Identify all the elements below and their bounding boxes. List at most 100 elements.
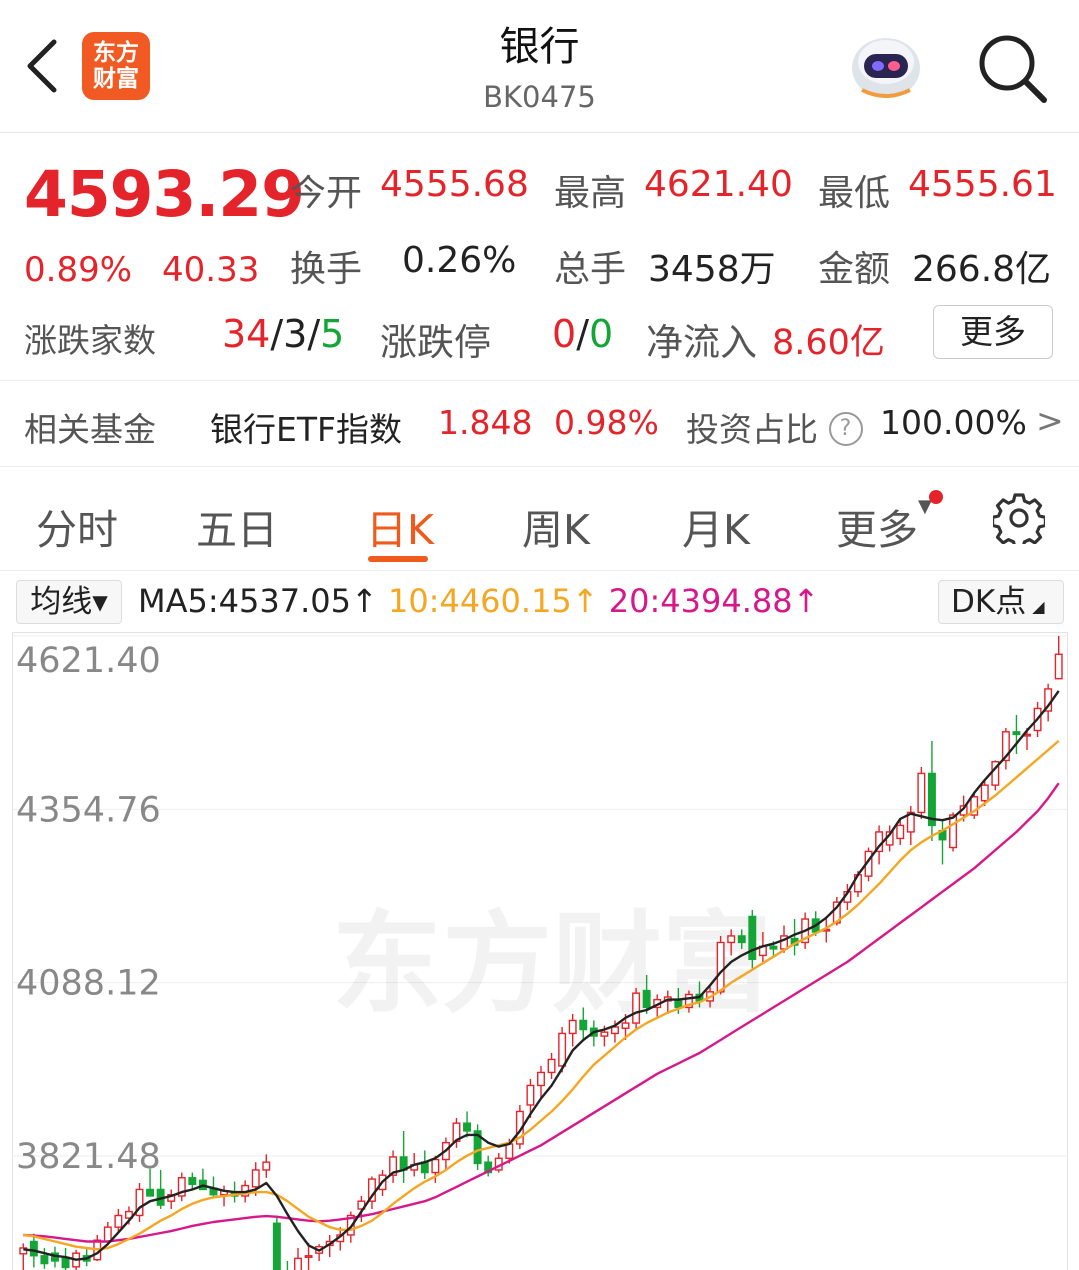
last-price: 4593.29 (24, 158, 305, 231)
candle (19, 1243, 28, 1270)
candle-body (632, 992, 641, 1024)
gear-icon[interactable] (993, 492, 1045, 544)
candle (262, 1154, 271, 1178)
candle-body (61, 1257, 70, 1269)
amount-label: 金额 (818, 249, 891, 290)
tab-intraday[interactable]: 分时 (36, 496, 118, 556)
app-header: 东方 财富 银行 BK0475 (0, 0, 1079, 133)
candle-body (114, 1214, 123, 1228)
help-icon[interactable]: ? (828, 411, 863, 446)
tab-weekly-k[interactable]: 周K (522, 496, 590, 556)
low-label: 最低 (818, 173, 891, 214)
turnover-value: 0.26% (402, 240, 517, 281)
inflow-label: 净流入 (646, 321, 757, 364)
candle-body (272, 1222, 281, 1270)
low-value: 4555.61 (908, 164, 1057, 205)
tab-more-label: 更多 (836, 506, 918, 554)
candle (547, 1052, 556, 1079)
open-value: 4555.68 (380, 164, 529, 205)
fund-percent: 0.98% (554, 403, 659, 442)
ratio-label: 投资占比 (686, 410, 818, 449)
candlestick-chart[interactable]: 东方财富 4621.40 4354.76 4088.12 3821.48 (12, 632, 1068, 1270)
candle-body (610, 1026, 619, 1035)
candle-body (251, 1169, 260, 1188)
candle-body (29, 1240, 38, 1257)
candle-body (431, 1158, 440, 1174)
candle-body (526, 1084, 535, 1106)
watermark: 东方财富 (332, 900, 772, 1028)
candle-body (558, 1032, 567, 1067)
high-label: 最高 (554, 173, 627, 214)
ma-values: MA5:4537.05↑ 10:4460.15↑ 20:4394.88↑ (138, 582, 819, 620)
breadth-flat: 3 (283, 312, 308, 356)
more-button[interactable]: 更多 (933, 305, 1053, 359)
candle (938, 818, 947, 865)
candle-body (304, 1255, 313, 1258)
notification-dot (929, 490, 943, 504)
candle (927, 740, 936, 842)
ratio-label-group: 投资占比 ? (686, 403, 867, 452)
breadth-label: 涨跌家数 (24, 321, 156, 360)
candle-body (949, 814, 958, 849)
candle-body (568, 1019, 577, 1035)
active-tab-indicator (368, 556, 428, 562)
y-tick-label: 4354.76 (16, 790, 161, 830)
y-tick-label: 4088.12 (16, 964, 161, 1004)
limit-up: 0 (552, 312, 577, 356)
robot-avatar-icon[interactable] (848, 28, 924, 104)
tab-more[interactable]: 更多▼ (836, 496, 932, 556)
candle (632, 987, 641, 1030)
dk-label: DK点 (951, 584, 1027, 620)
related-fund-row[interactable]: 相关基金 银行ETF指数 1.848 0.98% 投资占比 ? 100.00% … (0, 381, 1079, 466)
candle-body (188, 1177, 197, 1185)
candle (716, 935, 725, 995)
candle (188, 1172, 197, 1190)
candle (790, 919, 799, 956)
candle-body (917, 772, 926, 814)
candle-body (463, 1122, 472, 1132)
candle (389, 1150, 398, 1183)
ma5-value: MA5:4537.05↑ (138, 582, 378, 620)
candle-body (769, 945, 778, 950)
candle-body (980, 784, 989, 802)
breadth-values: 34/3/5 (222, 312, 344, 356)
search-icon[interactable] (974, 30, 1050, 106)
divider (0, 466, 1079, 467)
tab-daily-k[interactable]: 日K (366, 496, 434, 556)
candle (272, 1215, 281, 1270)
candle (906, 805, 915, 845)
candle (917, 766, 926, 819)
high-value: 4621.40 (644, 164, 793, 205)
fund-value: 1.848 (438, 403, 533, 442)
candle (441, 1137, 450, 1170)
candle (61, 1247, 70, 1270)
candle-body (600, 1031, 609, 1037)
candle (420, 1150, 429, 1180)
candle-body (146, 1188, 155, 1197)
candle (748, 909, 757, 969)
change-amount: 40.33 (162, 250, 260, 290)
divider (0, 570, 1079, 571)
candle (463, 1111, 472, 1138)
candle-body (674, 1000, 683, 1009)
candle-body (716, 941, 725, 993)
candle-body (748, 915, 757, 961)
candle (1001, 727, 1010, 770)
candle-body (896, 824, 905, 840)
candle (135, 1182, 144, 1222)
candle (294, 1247, 302, 1270)
inflow-value: 8.60亿 (772, 323, 885, 363)
candle (473, 1124, 482, 1170)
tab-five-day[interactable]: 五日 (196, 496, 278, 556)
candle-body (579, 1019, 588, 1031)
candle-body (537, 1071, 545, 1087)
candle-body (547, 1058, 556, 1074)
fund-name: 银行ETF指数 (210, 410, 402, 449)
candle-body (262, 1161, 271, 1171)
ma-selector-button[interactable]: 均线▾ (16, 580, 122, 624)
dk-points-button[interactable]: DK点 ◢ (938, 580, 1064, 624)
candle (40, 1247, 49, 1269)
tab-monthly-k[interactable]: 月K (682, 496, 750, 556)
candle (315, 1244, 324, 1261)
volume-value: 3458万 (648, 249, 776, 290)
